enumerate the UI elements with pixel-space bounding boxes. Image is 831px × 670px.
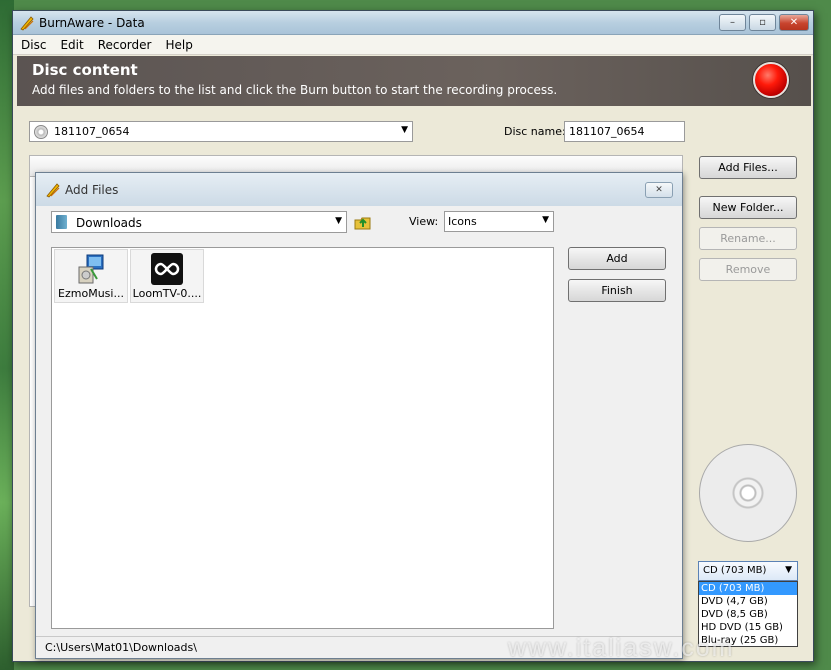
file-name: EzmoMusi...	[58, 287, 124, 300]
disc-selector-value: 181107_0654	[54, 125, 130, 138]
chevron-down-icon: ▼	[401, 125, 408, 135]
chevron-down-icon: ▼	[785, 565, 792, 575]
view-select-value: Icons	[448, 215, 477, 228]
chevron-down-icon: ▼	[542, 215, 549, 225]
rename-button[interactable]: Rename...	[699, 227, 797, 250]
watermark: www.italiasw.com	[508, 634, 735, 662]
menu-bar: Disc Edit Recorder Help	[13, 35, 813, 55]
burnaware-logo-icon	[46, 183, 60, 198]
media-option-cd[interactable]: CD (703 MB)	[699, 582, 797, 595]
disc-capacity-icon	[699, 444, 797, 542]
current-path: C:\Users\Mat01\Downloads\	[45, 641, 197, 654]
view-select[interactable]: Icons ▼	[444, 211, 554, 232]
media-type-value: CD (703 MB)	[703, 565, 767, 576]
installer-icon	[78, 254, 104, 284]
view-label: View:	[409, 215, 439, 228]
media-option-hd-dvd[interactable]: HD DVD (15 GB)	[699, 621, 797, 634]
banner-subtitle: Add files and folders to the list and cl…	[32, 83, 558, 97]
menu-disc[interactable]: Disc	[21, 38, 46, 52]
dialog-title: Add Files	[65, 183, 119, 197]
disc-icon	[34, 125, 48, 139]
disc-selector[interactable]: 181107_0654 ▼	[29, 121, 413, 142]
header-banner: Disc content Add files and folders to th…	[17, 56, 811, 106]
file-item[interactable]: EzmoMusi...	[54, 249, 128, 303]
add-files-dialog: Add Files ✕ Downloads ▼ View: Icons ▼ Ez…	[35, 172, 683, 659]
minimize-button[interactable]: –	[719, 14, 746, 31]
files-pane[interactable]: EzmoMusi... LoomTV-0....	[51, 247, 554, 629]
media-option-dvd-8-5[interactable]: DVD (8,5 GB)	[699, 608, 797, 621]
folder-icon	[56, 215, 67, 229]
media-option-dvd-4-7[interactable]: DVD (4,7 GB)	[699, 595, 797, 608]
loomtv-app-icon	[151, 253, 183, 285]
finish-button[interactable]: Finish	[568, 279, 666, 302]
chevron-down-icon: ▼	[335, 216, 342, 226]
burnaware-window: BurnAware - Data – ▫ ✕ Disc Edit Recorde…	[12, 10, 814, 662]
menu-help[interactable]: Help	[165, 38, 192, 52]
add-button[interactable]: Add	[568, 247, 666, 270]
disc-name-label: Disc name:	[504, 125, 566, 138]
folder-select-value: Downloads	[76, 216, 142, 230]
file-item[interactable]: LoomTV-0....	[130, 249, 204, 303]
remove-button[interactable]: Remove	[699, 258, 797, 281]
disc-name-field[interactable]: 181107_0654	[564, 121, 685, 142]
folder-select[interactable]: Downloads ▼	[51, 211, 347, 233]
close-window-button[interactable]: ✕	[779, 14, 809, 31]
add-files-button[interactable]: Add Files...	[699, 156, 797, 179]
dialog-close-button[interactable]: ✕	[645, 182, 673, 198]
burnaware-logo-icon	[20, 16, 34, 31]
menu-edit[interactable]: Edit	[60, 38, 83, 52]
burn-button[interactable]	[753, 62, 789, 98]
file-name: LoomTV-0....	[132, 287, 202, 300]
media-type-select[interactable]: CD (703 MB) ▼	[698, 561, 798, 581]
banner-title: Disc content	[32, 61, 138, 79]
maximize-button[interactable]: ▫	[749, 14, 776, 31]
window-title: BurnAware - Data	[39, 16, 145, 30]
dialog-title-bar[interactable]: Add Files ✕	[36, 173, 682, 206]
title-bar[interactable]: BurnAware - Data – ▫ ✕	[13, 11, 813, 35]
menu-recorder[interactable]: Recorder	[98, 38, 152, 52]
up-folder-icon[interactable]	[353, 212, 373, 232]
new-folder-button[interactable]: New Folder...	[699, 196, 797, 219]
